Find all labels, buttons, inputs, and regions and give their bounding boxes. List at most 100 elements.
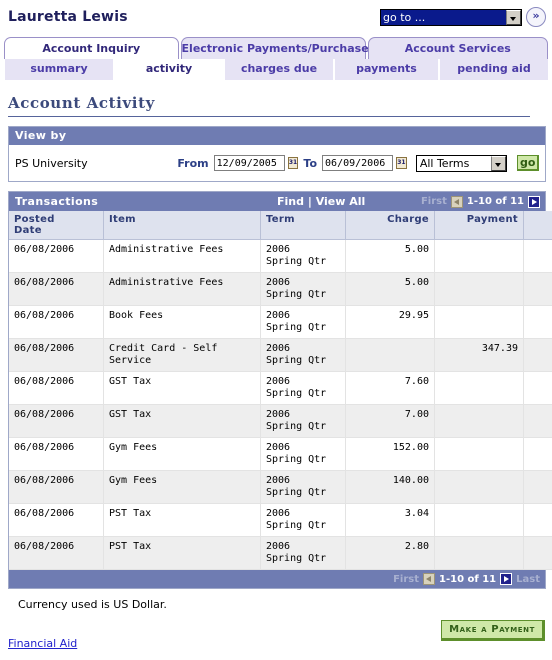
term-name: Spring Qtr (266, 256, 327, 267)
from-date-input[interactable]: 12/09/2005 (213, 155, 285, 171)
top-bar: Lauretta Lewis go to ... » (0, 0, 552, 36)
cell-payment (434, 272, 524, 306)
cell-item: GST Tax (103, 371, 261, 405)
make-a-payment-button[interactable]: Make a Payment (441, 620, 545, 641)
subtab-activity[interactable]: activity (114, 59, 224, 80)
term-year: 2006 (266, 541, 291, 552)
cell-item: Gym Fees (103, 470, 261, 504)
cell-refund (523, 503, 552, 537)
to-label: To (303, 156, 318, 170)
cell-posted-date: 06/08/2006 (9, 503, 104, 537)
transactions-grid-header: Transactions Find | View All First 1-10 … (9, 192, 545, 211)
term-name: Spring Qtr (266, 355, 327, 366)
cell-refund (523, 272, 552, 306)
term-year: 2006 (266, 310, 291, 321)
chevron-down-icon[interactable] (506, 9, 521, 25)
go-to-select[interactable]: go to ... (380, 8, 522, 26)
transactions-grid: Transactions Find | View All First 1-10 … (8, 191, 552, 589)
term-name: Spring Qtr (266, 289, 327, 300)
calendar-icon[interactable]: 31 (287, 157, 299, 169)
subtab-payments[interactable]: payments (334, 59, 439, 80)
to-date-input[interactable]: 06/09/2006 (322, 155, 393, 171)
table-row: 06/08/2006 PST Tax 2006 Spring Qtr 3.04 (9, 503, 552, 537)
term-name: Spring Qtr (266, 388, 327, 399)
column-header-posted-date: Posted Date (9, 211, 104, 240)
term-year: 2006 (266, 508, 291, 519)
cell-term: 2006 Spring Qtr (260, 239, 346, 273)
term-year: 2006 (266, 376, 291, 387)
financial-aid-link[interactable]: Financial Aid (8, 637, 77, 650)
subtab-pending-aid[interactable]: pending aid (439, 59, 549, 80)
cell-term: 2006 Spring Qtr (260, 371, 346, 405)
view-by-panel: View by PS University From 12/09/2005 31… (8, 126, 546, 182)
view-all-link[interactable]: View All (316, 195, 366, 208)
cell-posted-date: 06/08/2006 (9, 437, 104, 471)
next-page-icon[interactable] (528, 195, 540, 208)
cell-item: Credit Card - Self Service (103, 338, 261, 372)
cell-payment: 347.39 (434, 338, 524, 372)
cell-term: 2006 Spring Qtr (260, 272, 346, 306)
chevron-down-icon[interactable] (491, 155, 507, 171)
transactions-heading: Transactions (15, 195, 99, 208)
cell-refund (523, 338, 552, 372)
term-name: Spring Qtr (266, 487, 327, 498)
cell-refund (523, 239, 552, 273)
tab-electronic-payments-purchases[interactable]: Electronic Payments/Purchases (180, 37, 375, 59)
cell-payment (434, 437, 524, 471)
institution-name: PS University (15, 156, 88, 170)
cell-refund (523, 305, 552, 339)
cell-refund (523, 437, 552, 471)
table-row: 06/08/2006 GST Tax 2006 Spring Qtr 7.00 (9, 404, 552, 438)
header-line-1: Posted (14, 214, 55, 225)
last-page-link: Last (516, 573, 540, 585)
cell-charge: 7.60 (345, 371, 435, 405)
tab-account-inquiry[interactable]: Account Inquiry (4, 37, 179, 59)
cell-term: 2006 Spring Qtr (260, 404, 346, 438)
tab-account-services[interactable]: Account Services (367, 37, 548, 59)
term-selected-value: All Terms (419, 156, 470, 170)
term-name: Spring Qtr (266, 421, 327, 432)
column-header-charge: Charge (345, 211, 435, 240)
subtab-charges-due[interactable]: charges due (224, 59, 334, 80)
column-header-refund: Refund (523, 211, 552, 240)
term-year: 2006 (266, 442, 291, 453)
column-header-payment: Payment (434, 211, 524, 240)
make-payment-row: Make a Payment (0, 620, 545, 641)
first-page-link: First (420, 196, 447, 207)
grid-pagination-bottom: First 1-10 of 11 Last (9, 570, 545, 588)
cell-payment (434, 470, 524, 504)
cell-refund (523, 536, 552, 570)
next-page-icon[interactable] (500, 573, 513, 585)
student-name: Lauretta Lewis (8, 9, 128, 25)
cell-charge: 7.00 (345, 404, 435, 438)
table-row: 06/08/2006 Gym Fees 2006 Spring Qtr 140.00 (9, 470, 552, 504)
term-select[interactable]: All Terms (415, 154, 508, 172)
cell-item: Gym Fees (103, 437, 261, 471)
cell-posted-date: 06/08/2006 (9, 338, 104, 372)
main-tab-bar: Account Inquiry Electronic Payments/Purc… (4, 36, 550, 59)
calendar-icon[interactable]: 31 (395, 157, 407, 169)
find-link[interactable]: Find (277, 195, 304, 208)
link-separator: | (307, 195, 312, 208)
term-year: 2006 (266, 343, 291, 354)
cell-posted-date: 06/08/2006 (9, 272, 104, 306)
previous-page-icon (450, 195, 463, 208)
cell-item: Administrative Fees (103, 272, 261, 306)
cell-term: 2006 Spring Qtr (260, 536, 346, 570)
table-row: 06/08/2006 GST Tax 2006 Spring Qtr 7.60 (9, 371, 552, 405)
cell-term: 2006 Spring Qtr (260, 437, 346, 471)
cell-charge: 152.00 (345, 437, 435, 471)
go-button[interactable]: go (517, 155, 540, 171)
cell-refund (523, 371, 552, 405)
go-to-control: go to ... » (380, 7, 546, 27)
cell-refund (523, 470, 552, 504)
table-row: 06/08/2006 Administrative Fees 2006 Spring … (9, 239, 552, 273)
page-range-label: 1-10 of 11 (466, 196, 524, 207)
view-by-body: PS University From 12/09/2005 31 To 06/0… (9, 145, 545, 181)
cell-charge: 5.00 (345, 239, 435, 273)
table-row: 06/08/2006 PST Tax 2006 Spring Qtr 2.80 (9, 536, 552, 570)
cell-item: Book Fees (103, 305, 261, 339)
go-to-submit-icon[interactable]: » (526, 7, 546, 27)
transactions-table-body: 06/08/2006 Administrative Fees 2006 Spring … (9, 239, 552, 570)
subtab-summary[interactable]: summary (4, 59, 114, 80)
